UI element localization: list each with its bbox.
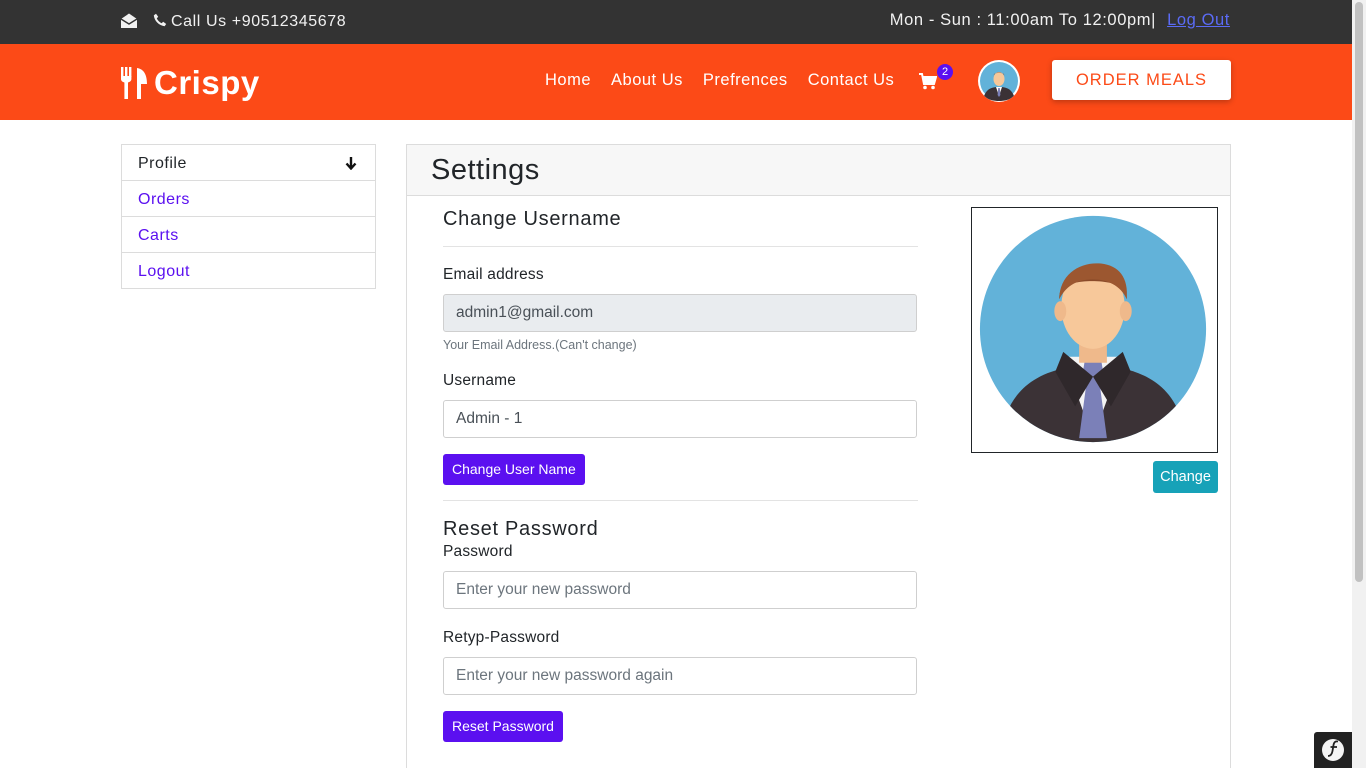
sidebar-item-label: Carts — [138, 227, 179, 244]
username-field[interactable]: Admin - 1 — [443, 400, 917, 438]
order-meals-button[interactable]: ORDER MEALS — [1052, 60, 1231, 100]
phone-icon — [153, 13, 167, 27]
change-username-button[interactable]: Change User Name — [443, 454, 585, 485]
envelope-open-icon — [120, 13, 138, 28]
cutlery-icon — [121, 67, 147, 99]
reset-password-heading: Reset Password — [443, 518, 599, 540]
page-title: Settings — [431, 154, 540, 186]
arrow-down-icon — [345, 157, 357, 170]
sidebar-item-label: Orders — [138, 191, 190, 208]
change-photo-button[interactable]: Change — [1153, 461, 1218, 493]
profile-sidebar: Profile Orders Carts Logout — [121, 144, 376, 289]
nav-about-us[interactable]: About Us — [611, 71, 683, 90]
password-label: Password — [443, 543, 513, 560]
brand-logo[interactable]: Crispy — [120, 64, 260, 102]
nav-home[interactable]: Home — [545, 71, 591, 90]
shopping-cart-icon[interactable] — [919, 73, 937, 90]
card-header: Settings — [407, 145, 1230, 196]
sidebar-item-logout[interactable]: Logout — [121, 252, 376, 289]
cart-count-badge: 2 — [937, 64, 953, 80]
settings-form: Change Username Email address admin1@gma… — [443, 205, 918, 742]
top-bar: Call Us +90512345678 Mon - Sun : 11:00am… — [0, 0, 1352, 44]
scrollbar-thumb[interactable] — [1355, 2, 1363, 582]
settings-card: Settings Change Username Email address a… — [406, 144, 1231, 768]
symfony-logo-icon — [1322, 739, 1344, 761]
sidebar-item-orders[interactable]: Orders — [121, 180, 376, 217]
sidebar-item-carts[interactable]: Carts — [121, 216, 376, 253]
brand-name: Crispy — [154, 64, 260, 101]
nav-contact-us[interactable]: Contact Us — [808, 71, 895, 90]
avatar-icon — [980, 62, 1018, 101]
profile-photo — [971, 207, 1218, 453]
email-field: admin1@gmail.com — [443, 294, 917, 332]
top-logout-link[interactable]: Log Out — [1167, 11, 1230, 30]
sidebar-item-label: Profile — [138, 155, 187, 172]
email-label: Email address — [443, 266, 544, 283]
reset-password-button[interactable]: Reset Password — [443, 711, 563, 742]
email-help-text: Your Email Address.(Can't change) — [443, 338, 637, 352]
profile-avatar-image — [979, 215, 1207, 443]
page: Call Us +90512345678 Mon - Sun : 11:00am… — [0, 0, 1366, 768]
username-label: Username — [443, 372, 517, 389]
change-username-heading: Change Username — [443, 208, 622, 230]
retype-password-label: Retyp-Password — [443, 629, 560, 646]
sidebar-item-label: Logout — [138, 263, 190, 280]
main-navbar: Crispy Home About Us Prefrences Contact … — [0, 44, 1352, 120]
divider — [443, 246, 918, 247]
call-us-text: Call Us +90512345678 — [171, 13, 347, 30]
retype-password-field[interactable]: Enter your new password again — [443, 657, 917, 695]
password-field[interactable]: Enter your new password — [443, 571, 917, 609]
page-scrollbar[interactable] — [1352, 0, 1366, 768]
opening-hours: Mon - Sun : 11:00am To 12:00pm| — [889, 11, 1156, 29]
divider — [443, 500, 918, 501]
nav-links: Home About Us Prefrences Contact Us — [545, 71, 914, 90]
nav-preferences[interactable]: Prefrences — [703, 71, 788, 90]
sidebar-item-profile[interactable]: Profile — [121, 144, 376, 181]
symfony-toolbar-toggle[interactable] — [1314, 732, 1352, 768]
user-avatar[interactable] — [978, 60, 1020, 102]
